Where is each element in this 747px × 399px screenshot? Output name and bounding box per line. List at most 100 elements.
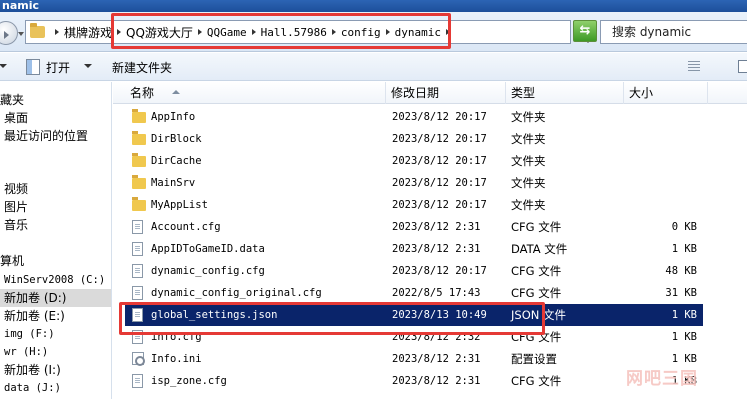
nav-drive-j[interactable]: data (J:) bbox=[4, 379, 61, 397]
file-row[interactable]: dynamic_config.cfg 2023/8/12 20:17 CFG 文件 4… bbox=[125, 260, 703, 282]
forward-button[interactable] bbox=[0, 21, 18, 45]
nav-item-pictures[interactable]: 图片 bbox=[4, 198, 28, 216]
open-icon bbox=[26, 59, 40, 75]
file-name: Info.ini bbox=[151, 353, 202, 365]
breadcrumb-item[interactable]: QQ游戏大厅 bbox=[126, 24, 193, 41]
file-name: dynamic_config.cfg bbox=[151, 265, 265, 277]
new-folder-button[interactable]: 新建文件夹 bbox=[112, 59, 172, 76]
chevron-right-icon[interactable] bbox=[197, 29, 202, 35]
nav-drive-d[interactable]: 新加卷 (D:) bbox=[0, 289, 111, 307]
column-header-name[interactable]: 名称 bbox=[125, 82, 386, 104]
watermark-logo: 网吧三国 bbox=[626, 369, 698, 389]
file-size: 31 KB bbox=[665, 287, 697, 299]
file-row[interactable]: MyAppList 2023/8/12 20:17 文件夹 bbox=[125, 194, 703, 216]
file-row[interactable]: dynamic_config_original.cfg 2022/8/5 17:4… bbox=[125, 282, 703, 304]
sort-ascending-icon bbox=[172, 90, 180, 94]
file-name: DirCache bbox=[151, 155, 202, 167]
breadcrumb-item[interactable]: dynamic bbox=[395, 26, 441, 39]
preview-pane-icon[interactable] bbox=[738, 60, 747, 73]
column-header-name-label: 名称 bbox=[130, 86, 155, 100]
column-header-size[interactable]: 大小 bbox=[624, 82, 708, 104]
file-row[interactable]: DirBlock 2023/8/12 20:17 文件夹 bbox=[125, 128, 703, 150]
file-modified-date: 2022/8/5 17:43 bbox=[392, 287, 481, 299]
column-header-size-label: 大小 bbox=[629, 86, 654, 100]
view-options-icon[interactable] bbox=[688, 61, 700, 72]
file-icon bbox=[132, 374, 143, 388]
file-type: CFG 文件 bbox=[511, 286, 562, 300]
command-bar: 打开 新建文件夹 bbox=[0, 53, 747, 81]
nav-drive-f[interactable]: img (F:) bbox=[4, 325, 55, 343]
file-icon bbox=[132, 286, 143, 300]
file-size: 1 KB bbox=[671, 309, 697, 321]
file-modified-date: 2023/8/12 20:17 bbox=[392, 199, 487, 211]
nav-drive-i[interactable]: 新加卷 (I:) bbox=[4, 361, 61, 379]
chevron-right-icon[interactable] bbox=[55, 29, 59, 35]
nav-drive-h[interactable]: wr (H:) bbox=[4, 343, 48, 361]
chevron-right-icon[interactable] bbox=[117, 29, 122, 35]
nav-item-recent-places[interactable]: 最近访问的位置 bbox=[4, 127, 88, 145]
file-row[interactable]: info.cfg 2023/8/12 2:32 CFG 文件 1 KB bbox=[125, 326, 703, 348]
search-input[interactable]: 搜索 dynamic bbox=[600, 20, 747, 44]
nav-drive-c[interactable]: WinServ2008 (C:) bbox=[4, 271, 105, 289]
file-row[interactable]: MainSrv 2023/8/12 20:17 文件夹 bbox=[125, 172, 703, 194]
open-dropdown-icon[interactable] bbox=[84, 64, 92, 68]
file-type: 文件夹 bbox=[511, 198, 546, 212]
address-bar[interactable]: 棋牌游戏 QQ游戏大厅 QQGame Hall.57986 config dyn… bbox=[25, 20, 592, 44]
file-type: 配置设置 bbox=[511, 352, 557, 366]
file-icon bbox=[132, 242, 143, 256]
nav-favorites-header[interactable]: 收藏夹 bbox=[0, 91, 24, 109]
file-name: AppInfo bbox=[151, 111, 196, 123]
nav-item-desktop[interactable]: 桌面 bbox=[4, 109, 28, 127]
address-row: 棋牌游戏 QQ游戏大厅 QQGame Hall.57986 config dyn… bbox=[0, 12, 747, 52]
chevron-right-icon[interactable] bbox=[385, 29, 390, 35]
file-modified-date: 2023/8/12 2:31 bbox=[392, 221, 481, 233]
file-icon bbox=[132, 264, 143, 278]
column-header-type-label: 类型 bbox=[511, 86, 536, 100]
chevron-right-icon[interactable] bbox=[251, 29, 256, 35]
file-row[interactable]: isp_zone.cfg 2023/8/12 2:31 CFG 文件 1 KB bbox=[125, 370, 703, 392]
file-name: isp_zone.cfg bbox=[151, 375, 227, 387]
file-row[interactable]: DirCache 2023/8/12 20:17 文件夹 bbox=[125, 150, 703, 172]
column-header-modified[interactable]: 修改日期 bbox=[386, 82, 506, 104]
column-header-type[interactable]: 类型 bbox=[506, 82, 624, 104]
breadcrumb: 棋牌游戏 QQ游戏大厅 QQGame Hall.57986 config dyn… bbox=[50, 21, 455, 43]
nav-item-music[interactable]: 音乐 bbox=[4, 216, 28, 234]
file-icon bbox=[132, 220, 143, 234]
breadcrumb-item[interactable]: QQGame bbox=[207, 26, 247, 39]
file-name: MyAppList bbox=[151, 199, 208, 211]
file-type: CFG 文件 bbox=[511, 330, 562, 344]
file-type: CFG 文件 bbox=[511, 264, 562, 278]
chevron-right-icon[interactable] bbox=[446, 29, 451, 35]
file-row[interactable]: Account.cfg 2023/8/12 2:31 CFG 文件 0 KB bbox=[125, 216, 703, 238]
refresh-button[interactable]: ⇆ bbox=[573, 20, 597, 42]
breadcrumb-item[interactable]: Hall.57986 bbox=[261, 26, 327, 39]
organize-dropdown-icon[interactable] bbox=[0, 64, 7, 68]
file-modified-date: 2023/8/12 20:17 bbox=[392, 111, 487, 123]
navigation-pane: 收藏夹 桌面 最近访问的位置 库 视频 图片 音乐 计算机 WinServ200… bbox=[0, 82, 112, 399]
settings-file-icon bbox=[132, 352, 145, 366]
file-row[interactable]: global_settings.json 2023/8/13 10:49 JSON … bbox=[125, 304, 703, 326]
file-type: 文件夹 bbox=[511, 154, 546, 168]
folder-icon bbox=[132, 197, 146, 211]
file-type: 文件夹 bbox=[511, 176, 546, 190]
file-modified-date: 2023/8/12 2:32 bbox=[392, 331, 481, 343]
file-name: DirBlock bbox=[151, 133, 202, 145]
file-row[interactable]: AppIDToGameID.data 2023/8/12 2:31 DATA 文件 1… bbox=[125, 238, 703, 260]
recent-pages-dropdown-icon[interactable] bbox=[18, 32, 24, 36]
folder-icon bbox=[132, 175, 146, 189]
file-type: CFG 文件 bbox=[511, 220, 562, 234]
nav-item-videos[interactable]: 视频 bbox=[4, 180, 28, 198]
file-row[interactable]: Info.ini 2023/8/12 2:31 配置设置 1 KB bbox=[125, 348, 703, 370]
window-title: namic bbox=[0, 0, 747, 12]
breadcrumb-item[interactable]: 棋牌游戏 bbox=[64, 24, 112, 41]
chevron-right-icon[interactable] bbox=[331, 29, 336, 35]
breadcrumb-item[interactable]: config bbox=[341, 26, 381, 39]
file-size: 0 KB bbox=[671, 221, 697, 233]
forward-arrow-icon bbox=[4, 31, 9, 39]
open-button[interactable]: 打开 bbox=[46, 59, 70, 76]
file-row[interactable]: AppInfo 2023/8/12 20:17 文件夹 bbox=[125, 106, 703, 128]
file-list: 名称 修改日期 类型 大小 AppInfo 2023/8/12 20:17 文件夹 D… bbox=[113, 82, 747, 399]
nav-drive-e[interactable]: 新加卷 (E:) bbox=[4, 307, 65, 325]
nav-computer-header[interactable]: 计算机 bbox=[0, 252, 24, 270]
file-name: global_settings.json bbox=[151, 309, 278, 321]
